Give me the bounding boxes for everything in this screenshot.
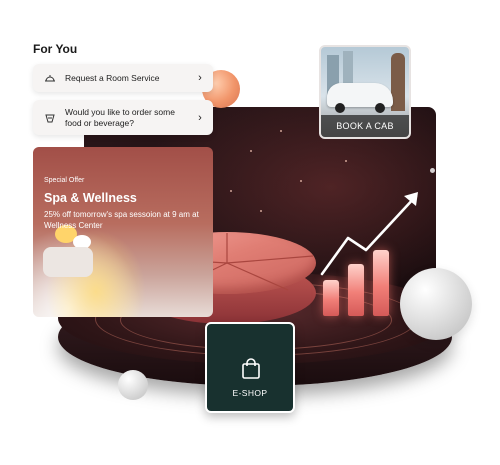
book-cab-label: BOOK A CAB [321,115,409,137]
offer-eyebrow: Special Offer [44,177,85,184]
book-cab-card[interactable]: BOOK A CAB [319,45,411,139]
food-order-card[interactable]: Would you like to order some food or bev… [33,100,213,135]
sparkle [250,150,252,152]
chevron-right-icon: › [198,72,202,84]
sparkle [260,210,262,212]
growth-bar [323,280,339,316]
car-wheel [375,103,385,113]
food-dish-icon [41,112,59,124]
room-service-label: Request a Room Service [65,72,160,83]
spa-offer-card[interactable]: Special Offer Spa & Wellness 25% off tom… [33,147,213,317]
chevron-right-icon: › [198,111,202,124]
towel-image [43,247,93,277]
room-service-card[interactable]: Request a Room Service › [33,64,213,92]
eshop-label: E-SHOP [232,388,268,398]
trend-arrow-icon [320,192,418,276]
offer-description: 25% off tomorrow's spa sessoion at 9 am … [44,210,199,230]
room-service-bell-icon [41,73,59,83]
sparkle [345,160,347,162]
sparkle [230,190,232,192]
decorative-grey-ball [400,268,472,340]
shopping-bag-icon [242,358,260,379]
section-title: For You [33,42,78,56]
car-wheel [335,103,345,113]
sparkle [280,130,282,132]
decorative-grey-ball-small [118,370,148,400]
eshop-card[interactable]: E-SHOP [205,322,295,413]
offer-title: Spa & Wellness [44,191,137,205]
chauffeur-image [391,53,405,111]
sparkle [430,168,435,173]
sparkle [300,180,302,182]
food-order-label: Would you like to order some food or bev… [65,106,175,128]
